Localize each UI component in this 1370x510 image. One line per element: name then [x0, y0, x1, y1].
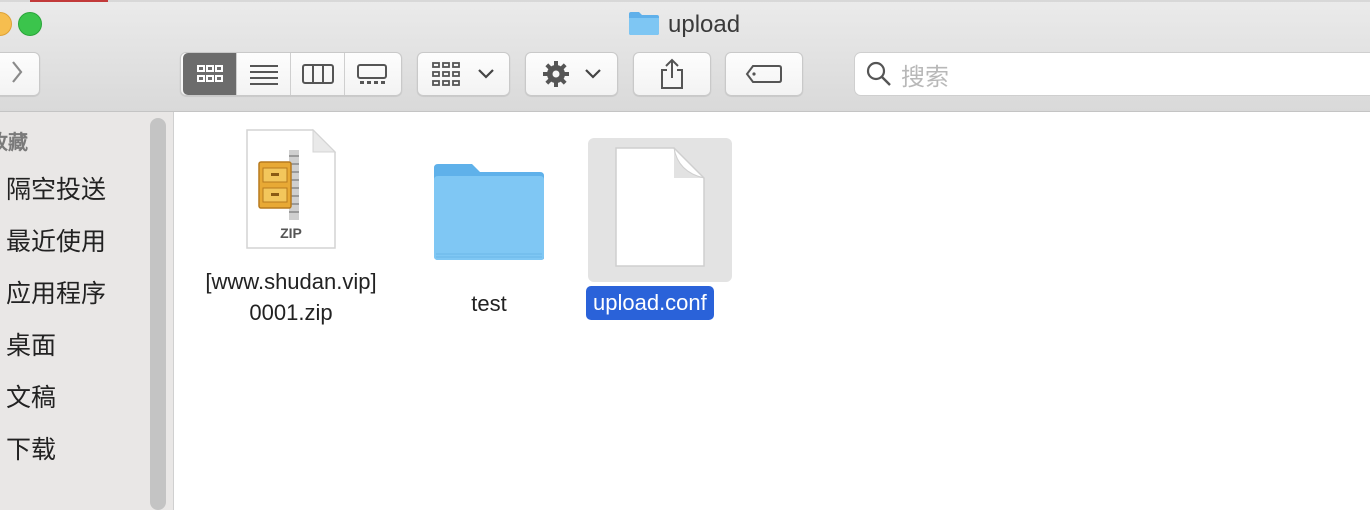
- chevron-down-icon: [477, 69, 494, 79]
- title-bar: upload 搜索: [0, 0, 1370, 112]
- sidebar-item-desktop[interactable]: 桌面: [6, 326, 56, 362]
- search-icon: [866, 61, 891, 86]
- sidebar-item-applications[interactable]: 应用程序: [6, 274, 106, 310]
- group-icon: [431, 62, 460, 86]
- file-name-line1: [www.shudan.vip]: [205, 269, 377, 294]
- sidebar: 收藏 隔空投送 最近使用 应用程序 桌面 文稿 下载: [0, 112, 174, 510]
- gear-icon: [542, 61, 569, 87]
- top-strip: [0, 0, 1370, 2]
- folder-icon: [628, 10, 660, 41]
- share-icon: [661, 58, 683, 89]
- forward-button[interactable]: [0, 52, 40, 96]
- view-mode-control: [180, 52, 402, 96]
- sidebar-item-airdrop[interactable]: 隔空投送: [6, 170, 106, 206]
- sidebar-heading: 收藏: [0, 132, 28, 154]
- zip-icon: ZIP: [246, 128, 337, 249]
- sidebar-scrollbar[interactable]: [150, 118, 166, 510]
- window-title: upload: [628, 8, 740, 42]
- folder-icon: [434, 164, 544, 260]
- red-tab-edge: [30, 0, 108, 2]
- tag-icon: [745, 65, 782, 83]
- file-item-document[interactable]: [588, 138, 732, 282]
- search-field[interactable]: 搜索: [854, 52, 1370, 96]
- file-item-zip[interactable]: ZIP [www.shudan.vip] 0001.zip: [186, 128, 396, 328]
- chevron-down-icon: [584, 69, 601, 79]
- minimize-button[interactable]: [0, 12, 12, 36]
- sidebar-item-documents[interactable]: 文稿: [6, 378, 56, 414]
- gallery-view-button[interactable]: [345, 53, 399, 95]
- action-button[interactable]: [525, 52, 618, 96]
- sidebar-item-downloads[interactable]: 下载: [6, 430, 56, 466]
- columns-icon: [301, 64, 334, 84]
- column-view-button[interactable]: [291, 53, 345, 95]
- tag-button[interactable]: [725, 52, 803, 96]
- list-icon: [249, 65, 278, 85]
- zip-badge-text: ZIP: [280, 225, 302, 241]
- grid-icon: [196, 65, 223, 82]
- search-placeholder: 搜索: [901, 63, 949, 91]
- window-title-text: upload: [668, 11, 741, 38]
- file-name-line2: 0001.zip: [249, 300, 333, 325]
- list-view-button[interactable]: [237, 53, 291, 95]
- chevron-right-icon: [9, 59, 25, 90]
- share-button[interactable]: [633, 52, 711, 96]
- selected-file-name[interactable]: upload.conf: [586, 286, 714, 320]
- document-icon: [615, 147, 705, 267]
- file-name: test: [471, 291, 507, 316]
- gallery-icon: [357, 64, 387, 84]
- zoom-button[interactable]: [18, 12, 42, 36]
- file-item-folder[interactable]: test: [424, 160, 554, 319]
- icon-view-button[interactable]: [183, 53, 237, 95]
- group-by-button[interactable]: [417, 52, 510, 96]
- sidebar-item-recents[interactable]: 最近使用: [6, 222, 106, 258]
